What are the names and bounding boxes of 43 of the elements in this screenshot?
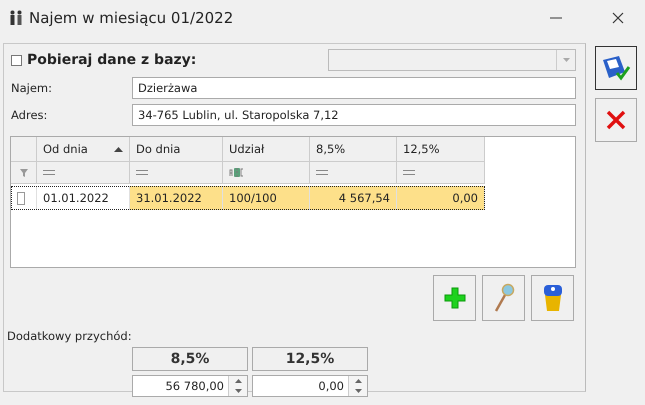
number-field[interactable]: 56 780,00 xyxy=(132,375,248,397)
cross-icon xyxy=(605,109,627,131)
add-button[interactable] xyxy=(433,275,476,321)
close-icon[interactable] xyxy=(611,10,625,24)
column-header[interactable]: 8,5% xyxy=(310,137,397,162)
search-button[interactable] xyxy=(482,275,525,321)
people-icon xyxy=(9,10,23,26)
column-header[interactable]: Udział xyxy=(223,137,310,162)
table-cell: 100/100 xyxy=(223,186,310,210)
save-button[interactable] xyxy=(595,46,637,90)
column-header[interactable]: Od dnia xyxy=(37,137,130,162)
equals-icon[interactable] xyxy=(403,170,415,175)
table-cell: 0,00 xyxy=(397,186,485,210)
table-cell: 4 567,54 xyxy=(310,186,397,210)
table-cell: 31.01.2022 xyxy=(130,186,223,210)
column-header[interactable]: Do dnia xyxy=(130,137,223,162)
equals-icon[interactable] xyxy=(316,170,328,175)
number-field[interactable]: 0,00 xyxy=(252,375,368,397)
checkbox-label: Pobieraj dane z bazy: xyxy=(27,52,196,68)
text-field[interactable]: Dzierżawa xyxy=(132,77,576,99)
trash-bin-icon xyxy=(542,283,564,313)
equals-icon[interactable] xyxy=(136,170,148,175)
checkbox[interactable] xyxy=(17,192,25,204)
table-row[interactable]: 01.01.2022 31.01.2022 100/100 4 567,54 0,00 xyxy=(11,186,485,210)
magnifier-icon xyxy=(492,283,514,313)
plus-icon xyxy=(444,287,466,309)
spin-buttons[interactable] xyxy=(348,376,367,396)
spin-buttons[interactable] xyxy=(228,376,247,396)
section-label: Dodatkowy przychód: xyxy=(7,329,133,343)
text-field[interactable]: 34-765 Lublin, ul. Staropolska 7,12 xyxy=(132,104,576,126)
column-header: 8,5% xyxy=(132,347,248,371)
field-label: Najem: xyxy=(11,81,53,95)
column-header[interactable]: 12,5% xyxy=(397,137,485,162)
window-title: Najem w miesiącu 01/2022 xyxy=(29,8,234,26)
equals-icon[interactable] xyxy=(43,170,55,175)
delete-button[interactable] xyxy=(531,275,574,321)
column-header: 12,5% xyxy=(252,347,368,371)
filter-icon xyxy=(20,168,28,176)
field-label: Adres: xyxy=(11,108,48,122)
dropdown-arrow-icon xyxy=(562,58,570,62)
floppy-disk-check-icon xyxy=(601,54,631,82)
text-filter-icon[interactable] xyxy=(229,168,245,177)
cancel-button[interactable] xyxy=(595,98,637,142)
